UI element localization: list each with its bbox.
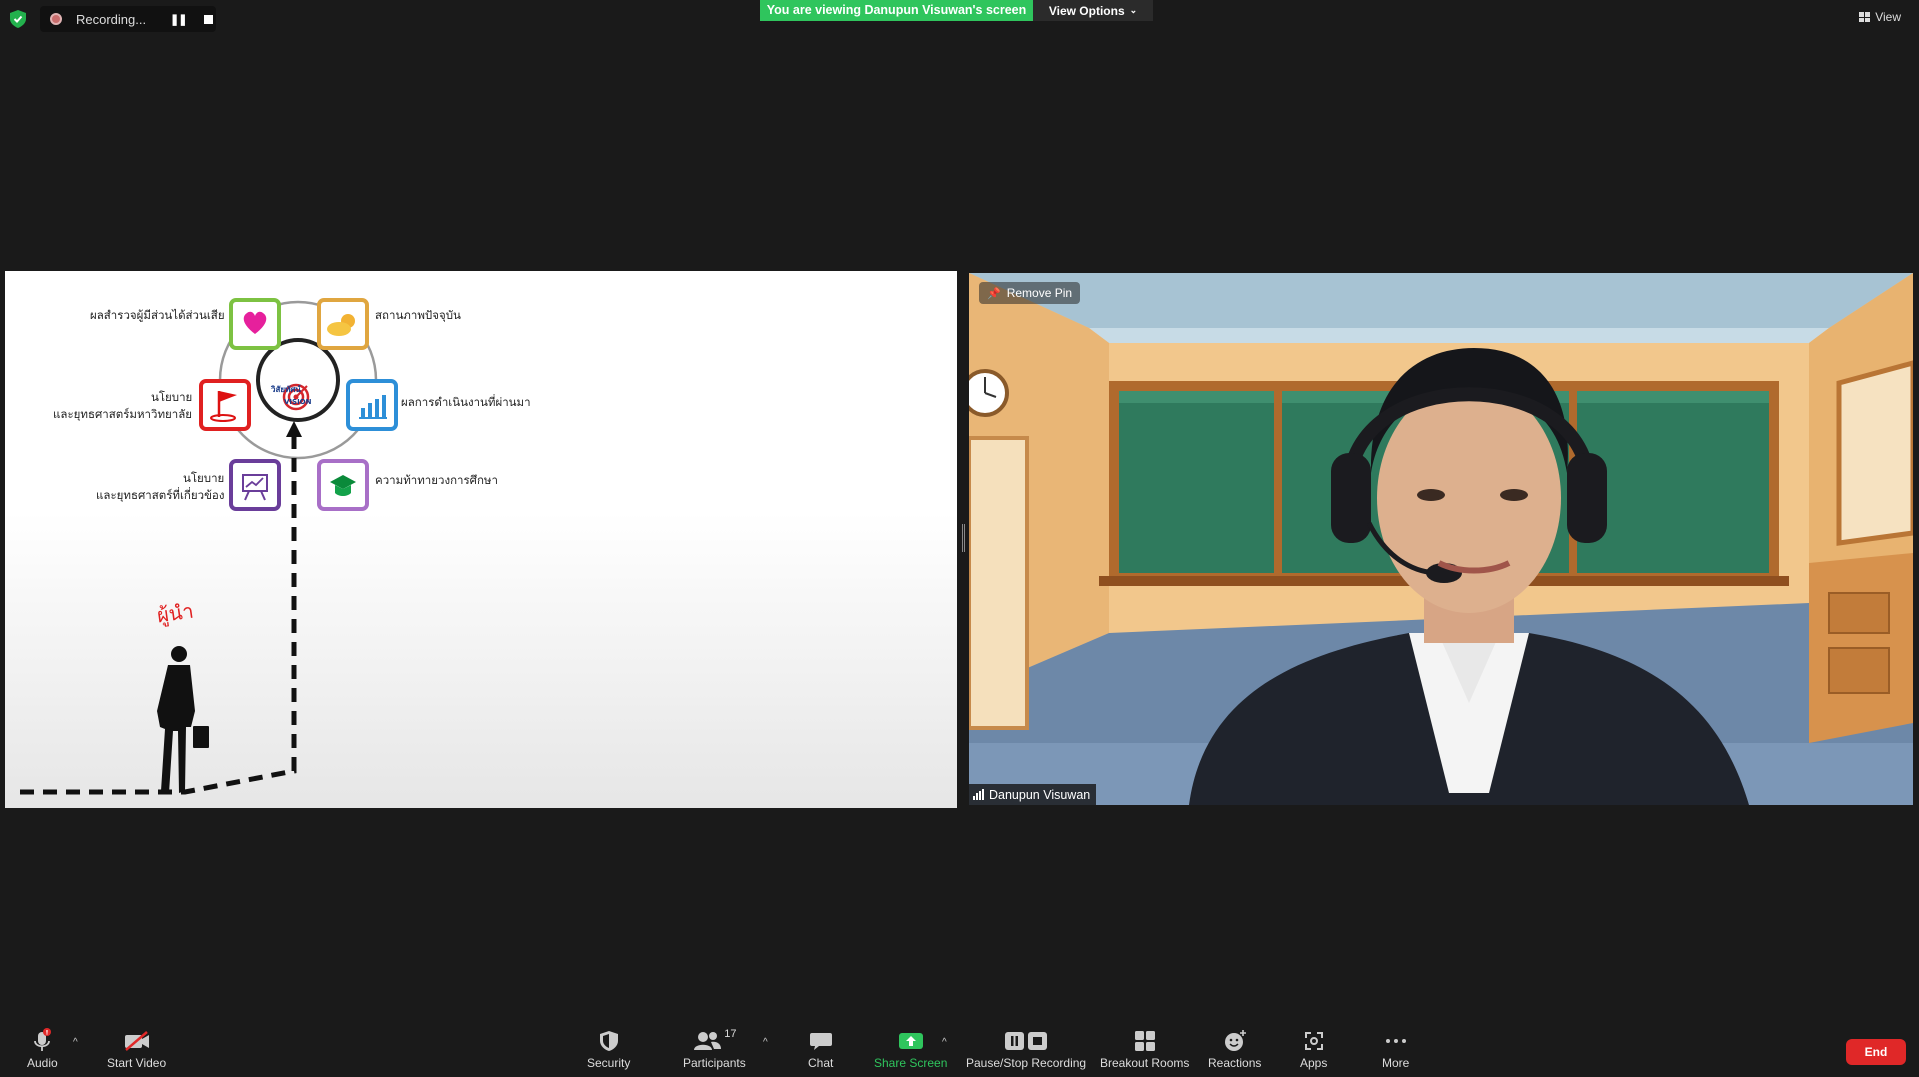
- view-button[interactable]: View: [1859, 10, 1901, 24]
- share-options-caret-icon[interactable]: ^: [942, 1037, 947, 1048]
- weather-tile-icon: [317, 298, 369, 350]
- view-options-label: View Options: [1048, 3, 1125, 18]
- recording-dot-icon: [50, 13, 62, 25]
- vision-thai-title: วิสัยทัศน์: [271, 385, 301, 394]
- end-meeting-button[interactable]: End: [1846, 1039, 1906, 1065]
- security-label: Security: [587, 1056, 631, 1070]
- breakout-rooms-button[interactable]: Breakout Rooms: [1100, 1028, 1189, 1070]
- view-label: View: [1875, 10, 1901, 24]
- pause-stop-recording-button[interactable]: Pause/Stop Recording: [966, 1028, 1086, 1070]
- policy-university-label-line2: และยุทธศาสตร์มหาวิทยาลัย: [53, 407, 193, 421]
- pause-stop-label: Pause/Stop Recording: [966, 1056, 1087, 1070]
- participants-icon: [694, 1032, 722, 1050]
- chat-label: Chat: [808, 1056, 834, 1070]
- chat-button[interactable]: Chat: [808, 1028, 833, 1070]
- share-screen-label: Share Screen: [874, 1056, 948, 1070]
- apps-button[interactable]: Apps: [1300, 1028, 1327, 1070]
- policy-university-label-line1: นโยบาย: [151, 390, 193, 404]
- security-shield-icon[interactable]: [10, 10, 26, 28]
- slide-diagram: [20, 298, 398, 795]
- audio-options-caret-icon[interactable]: ^: [73, 1037, 78, 1048]
- businessman-silhouette: [157, 646, 209, 793]
- svg-text:!: !: [46, 1029, 49, 1037]
- security-shield-outline-icon: [599, 1031, 618, 1051]
- view-options-button[interactable]: View Options ⌄: [1033, 0, 1153, 21]
- policy-related-label-line2: และยุทธศาสตร์ที่เกี่ยวข้อง: [96, 488, 225, 502]
- heart-tile-icon: [229, 298, 281, 350]
- current-state-label: สถานภาพปัจจุบัน: [375, 308, 461, 322]
- flag-tile-icon: [199, 379, 251, 431]
- path-arrow-icon: [286, 421, 302, 437]
- shared-screen-slide: ผลสำรวจผู้มีส่วนได้ส่วนเสีย สถานภาพปัจจุ…: [5, 271, 957, 808]
- audio-label: Audio: [27, 1056, 58, 1070]
- participants-count: 17: [724, 1028, 737, 1040]
- graduation-tile-icon: [317, 459, 369, 511]
- participants-button[interactable]: 17 Participants: [683, 1028, 746, 1070]
- microphone-icon: !: [34, 1028, 52, 1051]
- participants-options-caret-icon[interactable]: ^: [763, 1037, 768, 1048]
- chevron-down-icon: ⌄: [1129, 5, 1138, 15]
- policy-related-label-line1: นโยบาย: [183, 471, 225, 485]
- more-button[interactable]: More: [1382, 1028, 1409, 1070]
- signal-strength-icon: [973, 789, 984, 800]
- breakout-rooms-label: Breakout Rooms: [1100, 1056, 1190, 1070]
- split-view-resize-handle[interactable]: [962, 524, 965, 552]
- stop-recording-icon[interactable]: [204, 14, 214, 24]
- remove-pin-button[interactable]: 📌 Remove Pin: [979, 282, 1081, 304]
- breakout-rooms-icon: [1134, 1031, 1155, 1051]
- share-screen-icon: [898, 1033, 923, 1049]
- meeting-controls-toolbar: [0, 1020, 1919, 1077]
- pause-recording-icon[interactable]: ❚❚: [170, 13, 187, 26]
- reactions-button[interactable]: Reactions: [1208, 1028, 1261, 1070]
- virtual-classroom-background: [969, 273, 1913, 805]
- video-off-icon: [124, 1031, 149, 1051]
- recording-indicator: Recording... ❚❚: [40, 6, 216, 32]
- more-label: More: [1382, 1056, 1410, 1070]
- share-screen-button[interactable]: Share Screen: [874, 1028, 947, 1070]
- grid-view-icon: [1859, 12, 1871, 22]
- chat-bubble-icon: [809, 1033, 832, 1050]
- pause-stop-icons: [1005, 1032, 1048, 1050]
- stakeholder-label: ผลสำรวจผู้มีส่วนได้ส่วนเสีย: [90, 308, 225, 322]
- remove-pin-label: Remove Pin: [1006, 286, 1073, 300]
- viewing-screen-banner: You are viewing Danupun Visuwan's screen: [760, 0, 1033, 21]
- pin-icon: 📌: [987, 287, 1001, 300]
- education-challenge-label: ความท้าทายวงการศึกษา: [375, 473, 498, 487]
- vision-english-title: VISION: [284, 398, 312, 406]
- participants-label: Participants: [683, 1056, 746, 1070]
- reactions-smiley-icon: [1224, 1030, 1246, 1051]
- start-video-button[interactable]: Start Video: [107, 1028, 166, 1070]
- participant-video-tile[interactable]: 📌 Remove Pin Danupun Visuwan: [969, 273, 1913, 805]
- handwritten-annotation: ผู้นำ: [155, 598, 196, 628]
- apps-label: Apps: [1300, 1056, 1328, 1070]
- security-button[interactable]: Security: [587, 1028, 630, 1070]
- audio-button[interactable]: ! Audio: [27, 1028, 58, 1070]
- more-dots-icon: [1385, 1039, 1406, 1043]
- reactions-label: Reactions: [1208, 1056, 1262, 1070]
- participant-name-tag: Danupun Visuwan: [969, 784, 1097, 805]
- presentation-tile-icon: [229, 459, 281, 511]
- recording-label: Recording...: [76, 11, 147, 27]
- apps-icon: [1304, 1032, 1323, 1050]
- participant-name: Danupun Visuwan: [989, 787, 1091, 802]
- performance-label: ผลการดำเนินงานที่ผ่านมา: [401, 395, 531, 409]
- chart-tile-icon: [346, 379, 398, 431]
- start-video-label: Start Video: [107, 1056, 167, 1070]
